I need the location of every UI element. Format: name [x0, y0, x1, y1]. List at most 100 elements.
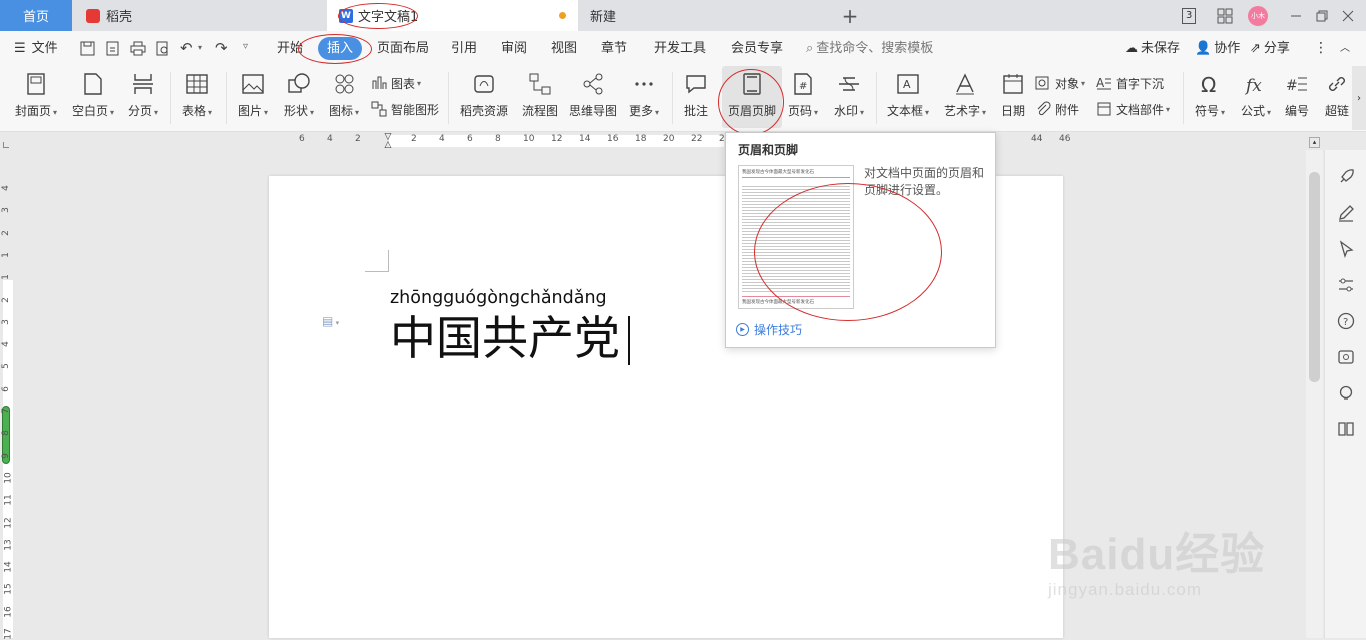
icon-library-button[interactable]: 图标 ▾	[325, 66, 363, 128]
new-tab-button[interactable]: +	[838, 0, 862, 31]
close-button[interactable]	[1342, 0, 1362, 31]
file-menu-label: 文件	[31, 41, 58, 56]
tips-link[interactable]: ▶ 操作技巧	[736, 321, 802, 338]
wordart-button[interactable]: 艺术字 ▾	[940, 66, 990, 128]
shape-icon	[288, 73, 310, 93]
menu-developer[interactable]: 开发工具	[654, 31, 706, 66]
avatar[interactable]: 小木	[1248, 0, 1270, 31]
symbol-button[interactable]: Ω 符号 ▾	[1190, 66, 1230, 128]
table-button[interactable]: 表格 ▾	[178, 66, 216, 128]
ribbon: 封面页 ▾ 空白页 ▾ 分页 ▾ 表格 ▾ 图片 ▾ 形状 ▾ 图标 ▾ 图表 ▾ 智能图形 稻…	[0, 66, 1366, 135]
minimize-button[interactable]	[1290, 0, 1310, 31]
document-text[interactable]: 中国共产党	[390, 310, 620, 366]
command-search-placeholder: 查找命令、搜索模板	[816, 41, 934, 56]
comment-button[interactable]: 批注	[678, 66, 714, 128]
tab-daoke[interactable]: 稻壳	[72, 0, 327, 31]
dropcap-button[interactable]: A 首字下沉	[1096, 72, 1164, 94]
numbering-button[interactable]: # 编号	[1280, 66, 1314, 128]
smartart-button[interactable]: 智能图形	[371, 98, 439, 120]
scroll-top-icon[interactable]: ▴	[1309, 137, 1320, 148]
flowchart-label: 流程图	[521, 104, 558, 118]
lightbulb-icon[interactable]	[1337, 384, 1355, 402]
table-label: 表格	[181, 104, 206, 118]
page-number-button[interactable]: # 页码 ▾	[784, 66, 822, 128]
page-break-button[interactable]: 分页 ▾	[124, 66, 162, 128]
collab-button[interactable]: 👤 协作	[1195, 31, 1240, 66]
object-icon	[1035, 76, 1049, 90]
ruler-v-label: 11	[3, 494, 14, 506]
cursor-select-icon[interactable]	[1337, 240, 1355, 258]
cover-page-button[interactable]: 封面页 ▾	[12, 66, 60, 128]
ruler-v-label: 1	[0, 252, 11, 258]
print-icon[interactable]	[130, 41, 146, 56]
baidu-watermark-brand: Baidu经验	[1048, 530, 1266, 579]
shape-button[interactable]: 形状 ▾	[280, 66, 318, 128]
tab-new[interactable]: 新建	[578, 0, 830, 31]
page-break-icon	[133, 74, 153, 94]
window-counter-button[interactable]: 3	[1182, 0, 1206, 31]
ruler-v-label: 1	[0, 274, 11, 281]
undo-dropdown-icon[interactable]: ▾	[198, 43, 202, 52]
menu-section[interactable]: 章节	[601, 31, 627, 66]
hyperlink-button[interactable]: 超链	[1322, 66, 1352, 128]
baidu-watermark-url: jingyan.baidu.com	[1048, 580, 1203, 599]
save-icon[interactable]	[80, 41, 95, 56]
formula-button[interactable]: fx 公式 ▾	[1236, 66, 1276, 128]
more-insert-button[interactable]: 更多 ▾	[624, 66, 664, 128]
template-icon[interactable]	[1337, 348, 1355, 366]
ribbon-scroll-right[interactable]: ›	[1352, 66, 1366, 130]
more-vertical-icon: ⋮	[1314, 40, 1328, 56]
date-button[interactable]: 日期	[996, 66, 1030, 128]
menu-layout[interactable]: 页面布局	[377, 31, 429, 66]
redo-icon[interactable]: ↷	[215, 39, 228, 57]
menu-view[interactable]: 视图	[551, 31, 577, 66]
paragraph-menu-icon[interactable]: ▤ ▾	[322, 314, 339, 328]
vertical-ruler[interactable]: 4 3 2 1 1 2 3 4 5 6 7 8 9 10 11 12 13 14 15 16 17	[0, 150, 16, 640]
ruler-v-label: 2	[0, 296, 11, 303]
flowchart-icon	[529, 73, 551, 95]
attachment-button[interactable]: 附件	[1035, 98, 1079, 120]
rocket-icon[interactable]	[1337, 168, 1355, 186]
textbox-button[interactable]: A 文本框 ▾	[884, 66, 932, 128]
watermark-button[interactable]: 水印 ▾	[830, 66, 868, 128]
command-search[interactable]: ⌕ 查找命令、搜索模板	[806, 31, 933, 66]
print-preview-icon[interactable]	[155, 41, 170, 56]
tab-home[interactable]: 首页	[0, 0, 72, 31]
sliders-icon[interactable]	[1337, 276, 1355, 294]
comment-label: 批注	[683, 104, 708, 118]
file-menu[interactable]: ☰ 文件	[14, 31, 58, 66]
menu-review[interactable]: 审阅	[501, 31, 527, 66]
menu-references[interactable]: 引用	[451, 31, 477, 66]
scroll-thumb[interactable]	[1309, 172, 1320, 382]
share-button[interactable]: ⇗ 分享	[1250, 31, 1290, 66]
quick-access-dropdown-icon[interactable]: ▿	[243, 41, 248, 52]
flowchart-button[interactable]: 流程图	[518, 66, 562, 128]
menu-member[interactable]: 会员专享	[731, 31, 783, 66]
undo-icon[interactable]: ↶	[180, 39, 193, 57]
help-icon[interactable]: ?	[1337, 312, 1355, 330]
chart-button[interactable]: 图表 ▾	[371, 72, 421, 94]
more-dots-icon	[635, 82, 653, 86]
export-pdf-icon[interactable]	[105, 41, 120, 56]
svg-text:?: ?	[1343, 317, 1348, 328]
object-button[interactable]: 对象 ▾	[1035, 72, 1085, 94]
picture-button[interactable]: 图片 ▾	[234, 66, 272, 128]
text-cursor	[628, 316, 630, 365]
annotation-circle	[338, 3, 418, 29]
blank-page-button[interactable]: 空白页 ▾	[68, 66, 118, 128]
indent-marker[interactable]: ▽ △	[383, 133, 393, 150]
svg-text:A: A	[903, 78, 911, 91]
daoke-resource-button[interactable]: 稻壳资源	[456, 66, 512, 128]
restore-button[interactable]	[1316, 0, 1336, 31]
mindmap-button[interactable]: 思维导图	[566, 66, 620, 128]
grid-apps-button[interactable]	[1217, 0, 1237, 31]
ruler-v-label: 12	[3, 516, 14, 529]
more-menu-button[interactable]: ⋮	[1314, 31, 1328, 66]
collapse-ribbon-button[interactable]: ︿	[1340, 31, 1350, 66]
book-icon[interactable]	[1337, 420, 1355, 438]
edit-pen-icon[interactable]	[1337, 204, 1355, 222]
docparts-button[interactable]: 文档部件 ▾	[1096, 98, 1170, 120]
unsaved-status[interactable]: ☁ 未保存	[1125, 31, 1180, 66]
ruler-v-label: 2	[0, 229, 11, 236]
cover-page-label: 封面页	[14, 104, 51, 118]
